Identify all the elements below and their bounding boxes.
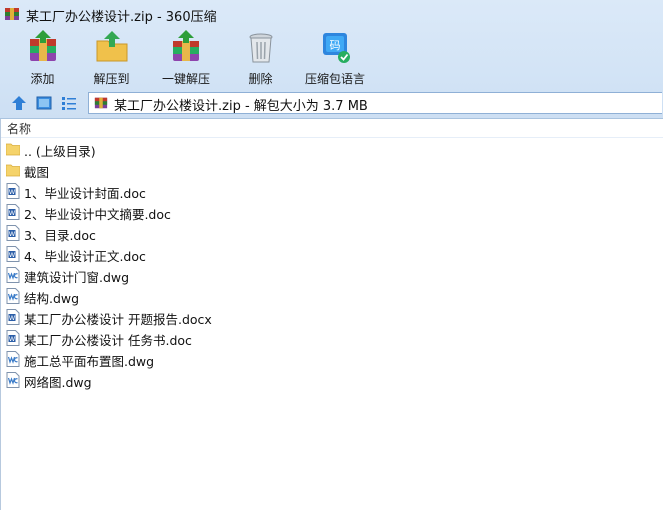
thumbnail-view-icon[interactable] [36, 95, 52, 111]
toolbar: 添加 解压到 一键解压 删除 码 压缩包语言 [8, 29, 375, 87]
file-name: 截图 [24, 165, 50, 180]
svg-text:W: W [9, 251, 16, 259]
svg-text:W: W [9, 314, 16, 322]
file-row[interactable]: 建筑设计门窗.dwg [1, 265, 663, 286]
language-icon: 码 [323, 33, 350, 63]
svg-text:码: 码 [330, 39, 341, 52]
header-divider [1, 137, 663, 138]
file-name: 2、毕业设计中文摘要.doc [24, 207, 171, 222]
word-document-icon: W [6, 204, 20, 220]
file-row[interactable]: 结构.dwg [1, 286, 663, 307]
file-row[interactable]: W 4、毕业设计正文.doc [1, 244, 663, 265]
extract-to-icon [96, 31, 128, 62]
column-header-name[interactable]: 名称 [7, 120, 31, 137]
file-name: 某工厂办公楼设计 开题报告.docx [24, 312, 212, 327]
file-rows: .. (上级目录) 截图 W 1、毕业设计封面.doc W 2、毕业设计中文摘要.doc W… [1, 139, 663, 391]
top-panel: 某工厂办公楼设计.zip - 360压缩 添加 解压到 一键解压 删除 码 压缩… [0, 0, 663, 119]
file-name: 1、毕业设计封面.doc [24, 186, 146, 201]
add-archive-icon [30, 30, 56, 61]
word-document-icon: W [6, 225, 20, 241]
file-list: 名称 .. (上级目录) 截图 W 1、毕业设计封面.doc W 2、毕业设计中文摘要.d… [0, 119, 663, 510]
file-row[interactable]: W 2、毕业设计中文摘要.doc [1, 202, 663, 223]
one-click-extract-label: 一键解压 [161, 72, 210, 86]
cad-drawing-icon [6, 288, 20, 304]
archive-icon [94, 97, 108, 109]
file-row[interactable]: 施工总平面布置图.dwg [1, 349, 663, 370]
svg-text:W: W [9, 188, 16, 196]
cad-drawing-icon [6, 372, 20, 388]
trash-icon [249, 33, 273, 63]
up-arrow-icon[interactable] [11, 95, 27, 111]
list-view-icon[interactable] [61, 95, 77, 111]
file-name: .. (上级目录) [24, 144, 96, 159]
path-text: 某工厂办公楼设计.zip - 解包大小为 3.7 MB [114, 99, 368, 114]
file-name: 建筑设计门窗.dwg [24, 270, 130, 285]
file-name: 4、毕业设计正文.doc [24, 249, 146, 264]
file-name: 某工厂办公楼设计 任务书.doc [24, 333, 192, 348]
file-row[interactable]: W 某工厂办公楼设计 开题报告.docx [1, 307, 663, 328]
word-document-icon: W [6, 246, 20, 262]
file-name: 网络图.dwg [24, 375, 92, 390]
word-document-icon: W [6, 309, 20, 325]
archive-language-label: 压缩包语言 [304, 72, 365, 86]
file-name: 结构.dwg [24, 291, 80, 306]
file-row[interactable]: 网络图.dwg [1, 370, 663, 391]
cad-drawing-icon [6, 267, 20, 283]
archive-icon [5, 8, 19, 20]
window-title: 某工厂办公楼设计.zip - 360压缩 [26, 10, 217, 25]
file-name: 施工总平面布置图.dwg [24, 354, 155, 369]
folder-row[interactable]: 截图 [1, 160, 663, 181]
path-bar[interactable]: 某工厂办公楼设计.zip - 解包大小为 3.7 MB [88, 92, 662, 114]
extract-to-button[interactable]: 解压到 [77, 29, 146, 87]
folder-row[interactable]: .. (上级目录) [1, 139, 663, 160]
folder-icon [6, 143, 20, 156]
folder-icon [6, 164, 20, 177]
word-document-icon: W [6, 330, 20, 346]
svg-text:W: W [9, 209, 16, 217]
archive-language-button[interactable]: 码 压缩包语言 [295, 29, 375, 87]
file-row[interactable]: W 3、目录.doc [1, 223, 663, 244]
file-name: 3、目录.doc [24, 228, 96, 243]
navigation-bar: 某工厂办公楼设计.zip - 解包大小为 3.7 MB [0, 90, 663, 117]
delete-button[interactable]: 删除 [226, 29, 295, 87]
title-bar: 某工厂办公楼设计.zip - 360压缩 [0, 0, 663, 30]
svg-text:W: W [9, 335, 16, 343]
file-row[interactable]: W 1、毕业设计封面.doc [1, 181, 663, 202]
word-document-icon: W [6, 183, 20, 199]
one-click-extract-icon [173, 30, 199, 61]
svg-text:W: W [9, 230, 16, 238]
file-row[interactable]: W 某工厂办公楼设计 任务书.doc [1, 328, 663, 349]
add-button[interactable]: 添加 [8, 29, 77, 87]
one-click-extract-button[interactable]: 一键解压 [146, 29, 226, 87]
cad-drawing-icon [6, 351, 20, 367]
